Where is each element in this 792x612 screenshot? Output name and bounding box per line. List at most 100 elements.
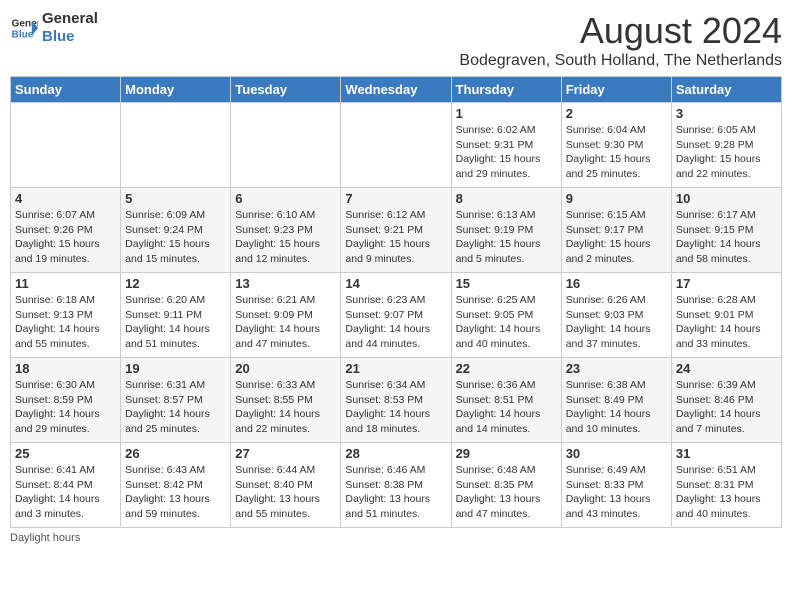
calendar-cell — [231, 103, 341, 188]
calendar-cell: 5 Sunrise: 6:09 AMSunset: 9:24 PMDaylight… — [121, 188, 231, 273]
calendar-cell: 4 Sunrise: 6:07 AMSunset: 9:26 PMDaylight… — [11, 188, 121, 273]
calendar-cell: 2 Sunrise: 6:04 AMSunset: 9:30 PMDaylight… — [561, 103, 671, 188]
day-number: 29 — [456, 446, 557, 461]
day-number: 22 — [456, 361, 557, 376]
calendar-cell: 30Sunrise: 6:49 AMSunset: 8:33 PMDayligh… — [561, 443, 671, 528]
day-number: 28 — [345, 446, 446, 461]
logo: General Blue General Blue — [10, 10, 98, 46]
day-number: 12 — [125, 276, 226, 291]
weekday-header-sunday: Sunday — [11, 77, 121, 103]
weekday-header-thursday: Thursday — [451, 77, 561, 103]
calendar-cell: 21 Sunrise: 6:34 AMSunset: 8:53 PMDayligh… — [341, 358, 451, 443]
day-info: Sunrise: 6:20 AMSunset: 9:11 PMDaylight:… — [125, 293, 226, 352]
day-number: 6 — [235, 191, 336, 206]
day-info: Sunrise: 6:21 AMSunset: 9:09 PMDaylight:… — [235, 293, 336, 352]
day-info: Sunrise: 6:10 AMSunset: 9:23 PMDaylight:… — [235, 208, 336, 267]
day-number: 19 — [125, 361, 226, 376]
day-number: 10 — [676, 191, 777, 206]
day-number: 17 — [676, 276, 777, 291]
day-number: 8 — [456, 191, 557, 206]
weekday-header-wednesday: Wednesday — [341, 77, 451, 103]
calendar-cell: 16 Sunrise: 6:26 AMSunset: 9:03 PMDayligh… — [561, 273, 671, 358]
day-number: 11 — [15, 276, 116, 291]
day-info: Sunrise: 6:46 AMSunset: 8:38 PMDaylight:… — [345, 463, 446, 522]
day-info: Sunrise: 6:12 AMSunset: 9:21 PMDaylight:… — [345, 208, 446, 267]
day-info: Sunrise: 6:23 AMSunset: 9:07 PMDaylight:… — [345, 293, 446, 352]
day-number: 27 — [235, 446, 336, 461]
calendar-cell: 20Sunrise: 6:33 AMSunset: 8:55 PMDayligh… — [231, 358, 341, 443]
calendar-week-row: 4 Sunrise: 6:07 AMSunset: 9:26 PMDaylight… — [11, 188, 782, 273]
calendar-cell: 29 Sunrise: 6:48 AMSunset: 8:35 PMDayligh… — [451, 443, 561, 528]
calendar-cell: 17 Sunrise: 6:28 AMSunset: 9:01 PMDayligh… — [671, 273, 781, 358]
calendar-table: SundayMondayTuesdayWednesdayThursdayFrid… — [10, 76, 782, 528]
day-number: 15 — [456, 276, 557, 291]
day-info: Sunrise: 6:34 AMSunset: 8:53 PMDaylight:… — [345, 378, 446, 437]
day-info: Sunrise: 6:13 AMSunset: 9:19 PMDaylight:… — [456, 208, 557, 267]
calendar-week-row: 11Sunrise: 6:18 AMSunset: 9:13 PMDayligh… — [11, 273, 782, 358]
day-info: Sunrise: 6:07 AMSunset: 9:26 PMDaylight:… — [15, 208, 116, 267]
day-number: 13 — [235, 276, 336, 291]
calendar-cell: 8 Sunrise: 6:13 AMSunset: 9:19 PMDaylight… — [451, 188, 561, 273]
weekday-header-monday: Monday — [121, 77, 231, 103]
day-number: 16 — [566, 276, 667, 291]
page-header: General Blue General Blue August 2024 Bo… — [10, 10, 782, 70]
day-info: Sunrise: 6:26 AMSunset: 9:03 PMDaylight:… — [566, 293, 667, 352]
calendar-cell: 14Sunrise: 6:23 AMSunset: 9:07 PMDayligh… — [341, 273, 451, 358]
day-info: Sunrise: 6:48 AMSunset: 8:35 PMDaylight:… — [456, 463, 557, 522]
day-info: Sunrise: 6:51 AMSunset: 8:31 PMDaylight:… — [676, 463, 777, 522]
logo-icon: General Blue — [10, 14, 38, 42]
day-number: 7 — [345, 191, 446, 206]
day-info: Sunrise: 6:43 AMSunset: 8:42 PMDaylight:… — [125, 463, 226, 522]
day-number: 26 — [125, 446, 226, 461]
day-info: Sunrise: 6:28 AMSunset: 9:01 PMDaylight:… — [676, 293, 777, 352]
calendar-cell: 23 Sunrise: 6:38 AMSunset: 8:49 PMDayligh… — [561, 358, 671, 443]
title-block: August 2024 Bodegraven, South Holland, T… — [459, 10, 782, 70]
calendar-cell: 7 Sunrise: 6:12 AMSunset: 9:21 PMDaylight… — [341, 188, 451, 273]
calendar-cell: 12 Sunrise: 6:20 AMSunset: 9:11 PMDayligh… — [121, 273, 231, 358]
weekday-header-row: SundayMondayTuesdayWednesdayThursdayFrid… — [11, 77, 782, 103]
day-number: 20 — [235, 361, 336, 376]
day-number: 23 — [566, 361, 667, 376]
day-info: Sunrise: 6:25 AMSunset: 9:05 PMDaylight:… — [456, 293, 557, 352]
calendar-cell: 25 Sunrise: 6:41 AMSunset: 8:44 PMDayligh… — [11, 443, 121, 528]
calendar-cell: 22Sunrise: 6:36 AMSunset: 8:51 PMDayligh… — [451, 358, 561, 443]
day-number: 3 — [676, 106, 777, 121]
day-number: 25 — [15, 446, 116, 461]
logo-text-blue: Blue — [42, 28, 98, 46]
day-info: Sunrise: 6:31 AMSunset: 8:57 PMDaylight:… — [125, 378, 226, 437]
day-number: 9 — [566, 191, 667, 206]
day-info: Sunrise: 6:09 AMSunset: 9:24 PMDaylight:… — [125, 208, 226, 267]
day-info: Sunrise: 6:17 AMSunset: 9:15 PMDaylight:… — [676, 208, 777, 267]
day-info: Sunrise: 6:05 AMSunset: 9:28 PMDaylight:… — [676, 123, 777, 182]
day-info: Sunrise: 6:02 AMSunset: 9:31 PMDaylight:… — [456, 123, 557, 182]
logo-text-general: General — [42, 10, 98, 28]
calendar-cell: 1 Sunrise: 6:02 AMSunset: 9:31 PMDaylight… — [451, 103, 561, 188]
day-info: Sunrise: 6:41 AMSunset: 8:44 PMDaylight:… — [15, 463, 116, 522]
day-number: 21 — [345, 361, 446, 376]
day-number: 18 — [15, 361, 116, 376]
footer-note: Daylight hours — [10, 532, 782, 544]
day-number: 4 — [15, 191, 116, 206]
month-title: August 2024 — [459, 10, 782, 52]
calendar-cell: 26 Sunrise: 6:43 AMSunset: 8:42 PMDayligh… — [121, 443, 231, 528]
calendar-cell: 19 Sunrise: 6:31 AMSunset: 8:57 PMDayligh… — [121, 358, 231, 443]
calendar-cell — [121, 103, 231, 188]
calendar-cell: 15 Sunrise: 6:25 AMSunset: 9:05 PMDayligh… — [451, 273, 561, 358]
calendar-cell: 3 Sunrise: 6:05 AMSunset: 9:28 PMDaylight… — [671, 103, 781, 188]
svg-text:Blue: Blue — [12, 29, 34, 40]
day-info: Sunrise: 6:15 AMSunset: 9:17 PMDaylight:… — [566, 208, 667, 267]
day-number: 5 — [125, 191, 226, 206]
day-number: 1 — [456, 106, 557, 121]
day-info: Sunrise: 6:04 AMSunset: 9:30 PMDaylight:… — [566, 123, 667, 182]
calendar-cell — [11, 103, 121, 188]
calendar-cell: 6 Sunrise: 6:10 AMSunset: 9:23 PMDaylight… — [231, 188, 341, 273]
day-info: Sunrise: 6:38 AMSunset: 8:49 PMDaylight:… — [566, 378, 667, 437]
calendar-cell: 28 Sunrise: 6:46 AMSunset: 8:38 PMDayligh… — [341, 443, 451, 528]
calendar-cell: 24Sunrise: 6:39 AMSunset: 8:46 PMDayligh… — [671, 358, 781, 443]
calendar-cell: 10 Sunrise: 6:17 AMSunset: 9:15 PMDayligh… — [671, 188, 781, 273]
calendar-cell: 9 Sunrise: 6:15 AMSunset: 9:17 PMDaylight… — [561, 188, 671, 273]
calendar-cell: 27Sunrise: 6:44 AMSunset: 8:40 PMDayligh… — [231, 443, 341, 528]
day-number: 2 — [566, 106, 667, 121]
calendar-week-row: 25 Sunrise: 6:41 AMSunset: 8:44 PMDayligh… — [11, 443, 782, 528]
calendar-cell: 18Sunrise: 6:30 AMSunset: 8:59 PMDayligh… — [11, 358, 121, 443]
